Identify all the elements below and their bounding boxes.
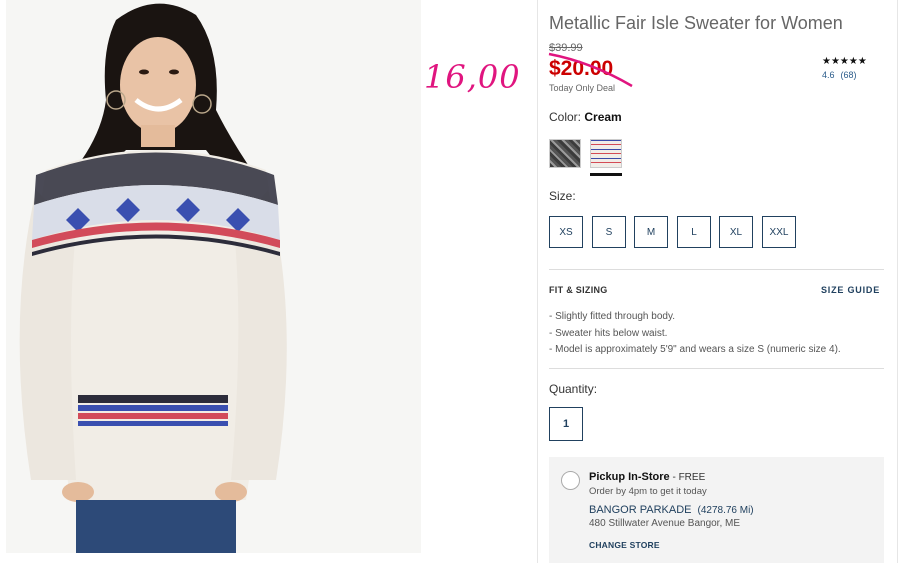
- color-swatch-cream[interactable]: [590, 139, 622, 168]
- pickup-free: - FREE: [669, 472, 706, 483]
- pickup-title-text: Pickup In-Store: [589, 471, 670, 483]
- store-address: 480 Stillwater Avenue Bangor, ME: [589, 518, 741, 529]
- color-label: Color: Cream: [549, 110, 622, 124]
- size-button-m[interactable]: M: [634, 216, 668, 248]
- quantity-input[interactable]: 1: [549, 407, 583, 441]
- divider-quantity: [549, 368, 884, 369]
- divider-fit: [549, 269, 884, 270]
- deal-note: Today Only Deal: [549, 83, 616, 93]
- fit-bullet: - Model is approximately 5'9" and wears …: [549, 344, 841, 355]
- panel-divider-right: [897, 0, 898, 563]
- pickup-title: Pickup In-Store - FREE: [589, 471, 705, 483]
- size-button-s[interactable]: S: [592, 216, 626, 248]
- panel-divider-left: [537, 0, 538, 563]
- size-button-l[interactable]: L: [677, 216, 711, 248]
- change-store-link[interactable]: CHANGE STORE: [589, 540, 660, 550]
- rating-stars-icon[interactable]: ★★★★★: [822, 56, 867, 67]
- store-name-text: BANGOR PARKADE: [589, 504, 692, 516]
- handwritten-price-annotation: 16,00: [424, 58, 521, 96]
- store-name[interactable]: BANGOR PARKADE (4278.76 Mi): [589, 504, 754, 516]
- color-label-text: Color:: [549, 110, 582, 124]
- pickup-radio[interactable]: [561, 471, 580, 490]
- color-swatch-dark[interactable]: [549, 139, 581, 168]
- selected-swatch-indicator: [590, 173, 622, 176]
- size-guide-link[interactable]: SIZE GUIDE: [821, 285, 880, 295]
- product-title: Metallic Fair Isle Sweater for Women: [549, 13, 843, 33]
- product-image[interactable]: [6, 0, 421, 553]
- store-distance: (4278.76 Mi): [697, 505, 754, 516]
- size-button-xxl[interactable]: XXL: [762, 216, 796, 248]
- selected-color: Cream: [584, 110, 622, 124]
- pickup-subtitle: Order by 4pm to get it today: [589, 486, 707, 497]
- size-label: Size:: [549, 189, 576, 203]
- rating-summary[interactable]: 4.6 (68): [822, 70, 857, 80]
- rating-value: 4.6: [822, 70, 835, 80]
- fit-bullet: - Sweater hits below waist.: [549, 327, 668, 339]
- fit-sizing-heading[interactable]: FIT & SIZING: [549, 285, 608, 295]
- model-illustration: [6, 0, 421, 553]
- fit-bullet-list: - Slightly fitted through body. - Sweate…: [549, 309, 841, 359]
- fit-bullet: - Slightly fitted through body.: [549, 311, 675, 322]
- quantity-label: Quantity:: [549, 382, 598, 396]
- size-button-xl[interactable]: XL: [719, 216, 753, 248]
- size-button-xs[interactable]: XS: [549, 216, 583, 248]
- rating-count[interactable]: (68): [841, 70, 857, 80]
